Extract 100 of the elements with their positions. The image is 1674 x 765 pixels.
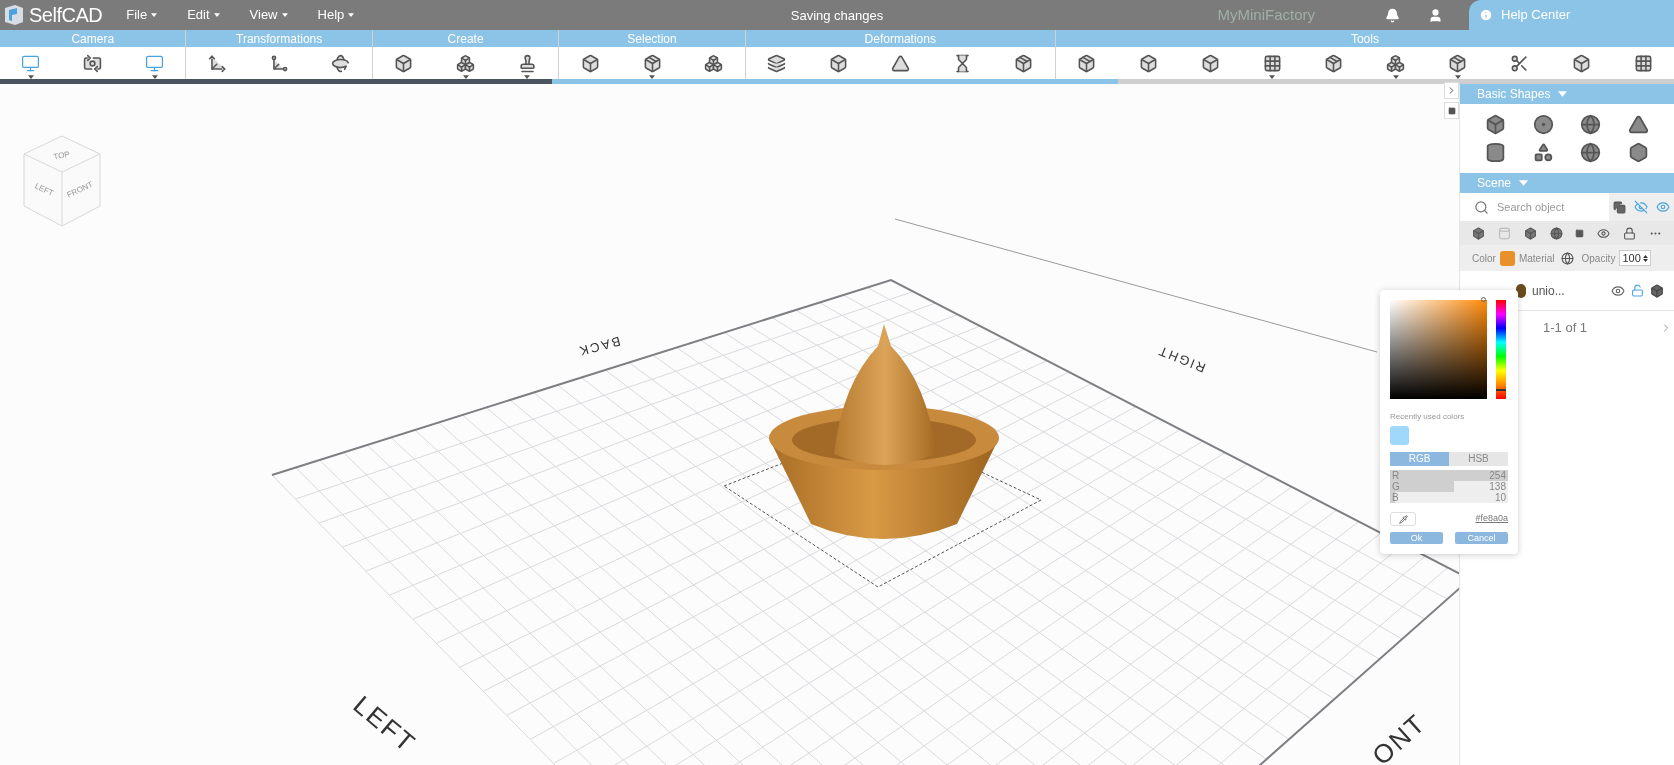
package-icon <box>1448 53 1468 73</box>
square-icon <box>1447 106 1456 115</box>
move-icon <box>207 53 227 73</box>
cubes-icon <box>456 53 476 73</box>
status-text: Saving changes <box>790 8 884 23</box>
color-swatch[interactable] <box>1499 250 1515 266</box>
camera-rotate-icon <box>83 53 103 73</box>
polyhedron-icon[interactable] <box>1627 142 1649 163</box>
info-icon <box>1479 8 1493 22</box>
section-title: Selection <box>627 30 677 48</box>
menu-item[interactable]: View <box>249 5 288 25</box>
lock-icon[interactable] <box>1623 226 1637 240</box>
scissors-icon <box>1509 53 1529 73</box>
eyedropper-icon <box>1398 514 1408 524</box>
search-field[interactable]: Search object <box>1497 198 1597 216</box>
caret-icon <box>1558 91 1568 97</box>
section-title: Create <box>447 30 484 48</box>
channel-value: 10 <box>1494 492 1506 503</box>
color-label: Color <box>1472 251 1496 266</box>
caret-icon <box>213 13 220 17</box>
material-sphere-icon[interactable] <box>1561 251 1575 265</box>
cone-bowl-model-drawing[interactable] <box>769 324 999 539</box>
menu-item[interactable]: Edit <box>187 5 220 25</box>
view-cube-face-label: TOP <box>52 149 71 162</box>
cube-icon <box>1571 53 1591 73</box>
help-center-button[interactable]: Help Center <box>1469 0 1674 30</box>
channel-value: 138 <box>1489 481 1506 492</box>
layers-icon <box>767 53 787 73</box>
section-title: Camera <box>71 30 115 48</box>
sphere-icon[interactable] <box>1580 142 1602 163</box>
panel-toggle-button[interactable] <box>1444 102 1459 119</box>
scene-header[interactable]: Scene <box>1460 173 1674 193</box>
menu-item[interactable]: Help <box>317 5 355 25</box>
hue-slider[interactable] <box>1496 300 1506 399</box>
pagination-text: 1-1 of 1 <box>1543 319 1589 338</box>
cube-icon <box>1139 53 1159 73</box>
mode-tab[interactable]: RGB <box>1390 452 1449 466</box>
app-logo-text: SelfCAD <box>29 3 103 28</box>
cubes-icon <box>1386 53 1406 73</box>
ok-button[interactable]: Ok <box>1390 532 1443 544</box>
logo-icon <box>3 4 25 26</box>
cancel-button[interactable]: Cancel <box>1455 532 1508 544</box>
section-title: Tools <box>1350 30 1379 48</box>
channel-value: 254 <box>1489 470 1506 481</box>
section-title: Transformations <box>236 30 323 48</box>
cube-icon <box>394 53 414 73</box>
section-title: Deformations <box>864 30 936 48</box>
cylinder-icon[interactable] <box>1485 142 1507 163</box>
cube-icon <box>828 53 848 73</box>
cube-icon[interactable] <box>1472 226 1485 240</box>
eyedropper-button[interactable] <box>1390 512 1416 526</box>
mode-tab[interactable]: HSB <box>1449 452 1508 466</box>
rotate-icon <box>331 53 351 73</box>
basic-shapes-header[interactable]: Basic Shapes <box>1460 84 1674 104</box>
package-icon <box>642 53 662 73</box>
object-name: unio... <box>1532 282 1566 300</box>
cubes-icon <box>704 53 724 73</box>
axis-label: BACK <box>576 333 623 360</box>
hex-link[interactable]: #fe8a0a <box>1475 512 1508 526</box>
screen-icon <box>21 53 41 73</box>
notification-icon[interactable] <box>1385 7 1400 23</box>
sphere-icon[interactable] <box>1580 114 1602 135</box>
cube-icon[interactable] <box>1485 114 1507 135</box>
channel-label: B <box>1392 492 1399 503</box>
lock-icon[interactable] <box>1631 284 1644 297</box>
eye-icon[interactable] <box>1611 283 1625 298</box>
torus-icon[interactable] <box>1532 114 1554 135</box>
channel-slider[interactable]: B 10 <box>1390 492 1508 503</box>
cube-icon <box>580 53 600 73</box>
screen-icon <box>145 53 165 73</box>
cube-icon[interactable] <box>1650 283 1664 298</box>
channel-slider[interactable]: R 254 <box>1390 470 1508 481</box>
recent-color-swatch[interactable] <box>1390 426 1409 445</box>
hue-handle[interactable] <box>1496 389 1506 392</box>
channel-label: R <box>1392 470 1400 481</box>
package-icon <box>1014 53 1034 73</box>
square-icon[interactable] <box>1575 228 1585 238</box>
eye-icon[interactable] <box>1597 226 1611 240</box>
caret-icon <box>281 13 288 17</box>
channel-slider[interactable]: G 138 <box>1390 481 1508 492</box>
saturation-area[interactable] <box>1390 300 1487 399</box>
shapes-icon[interactable] <box>1532 142 1554 163</box>
cube-icon <box>1200 53 1220 73</box>
cone-icon[interactable] <box>1627 114 1649 135</box>
package-icon <box>1324 53 1344 73</box>
view-cube-face-label: LEFT <box>33 181 55 198</box>
sphere-icon[interactable] <box>1549 226 1563 240</box>
search-icon <box>1474 199 1489 215</box>
menu-item[interactable]: File <box>126 5 158 25</box>
caret-icon <box>151 13 158 17</box>
stamp-icon <box>517 53 537 73</box>
cube-icon[interactable] <box>1523 226 1537 240</box>
objects-icon[interactable] <box>1613 200 1626 214</box>
channel-label: G <box>1392 481 1400 492</box>
caret-icon <box>1519 180 1529 186</box>
user-icon[interactable] <box>1428 7 1443 23</box>
caret-icon <box>348 13 355 17</box>
opacity-field[interactable]: 100 <box>1619 250 1651 266</box>
grid-icon <box>1262 53 1282 73</box>
pyramid-icon <box>890 53 910 73</box>
